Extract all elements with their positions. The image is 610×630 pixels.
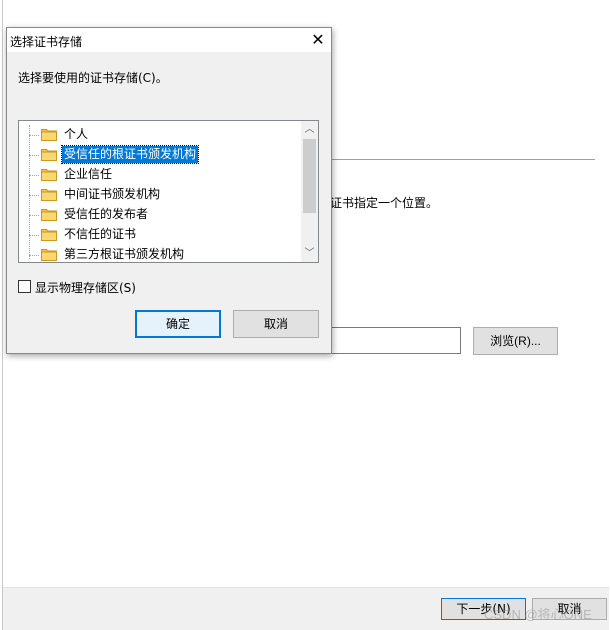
scrollbar-thumb[interactable] xyxy=(303,139,316,213)
tree-item-label: 中间证书颁发机构 xyxy=(64,187,161,201)
wizard-description-text: 证书指定一个位置。 xyxy=(330,196,439,210)
folder-icon xyxy=(41,129,57,141)
dialog-titlebar[interactable]: 选择证书存储 ✕ xyxy=(7,28,331,52)
tree-item[interactable]: 不信任的证书 xyxy=(19,225,301,245)
tree-item-label: 个人 xyxy=(64,127,89,141)
tree-item[interactable]: 受信任的发布者 xyxy=(19,205,301,225)
folder-icon xyxy=(41,189,57,201)
select-certificate-store-dialog: 选择证书存储 ✕ 选择要使用的证书存储(C)。 个人受信任的根证书颁发机构企业信… xyxy=(6,27,332,354)
tree-branch-line xyxy=(29,255,39,256)
folder-icon xyxy=(41,229,57,241)
show-physical-stores-label: 显示物理存储区(S) xyxy=(35,281,136,295)
tree-item[interactable]: 个人 xyxy=(19,125,301,145)
tree-item-label: 企业信任 xyxy=(64,167,113,181)
cancel-button[interactable]: 取消 xyxy=(233,310,319,338)
store-prompt-label: 选择要使用的证书存储(C)。 xyxy=(18,71,168,85)
show-physical-stores-checkbox[interactable] xyxy=(18,280,31,293)
dialog-title: 选择证书存储 xyxy=(10,35,83,49)
tree-branch-line xyxy=(29,195,39,196)
tree-item-label: 不信任的证书 xyxy=(64,227,137,241)
browse-button[interactable]: 浏览(R)... xyxy=(473,327,558,355)
wizard-header-separator xyxy=(330,159,595,160)
screen: 证书指定一个位置。 浏览(R)... 下一步(N) 取消 CSDN @将心ONE… xyxy=(0,0,610,630)
folder-icon xyxy=(41,169,57,181)
close-icon[interactable]: ✕ xyxy=(305,29,331,51)
chevron-up-icon[interactable]: ︿ xyxy=(301,121,318,138)
ok-button[interactable]: 确定 xyxy=(135,310,221,338)
folder-icon xyxy=(41,249,57,261)
tree-item-label: 第三方根证书颁发机构 xyxy=(64,247,185,261)
tree-branch-line xyxy=(29,175,39,176)
chevron-down-icon[interactable]: ﹀ xyxy=(301,245,318,262)
tree-branch-line xyxy=(29,135,39,136)
certificate-store-tree[interactable]: 个人受信任的根证书颁发机构企业信任中间证书颁发机构 受信任的发布者 不信任的证书第三… xyxy=(18,120,319,263)
folder-icon xyxy=(41,209,57,221)
tree-branch-line xyxy=(29,215,39,216)
tree-item[interactable]: 中间证书颁发机构 xyxy=(19,185,301,205)
tree-branch-line xyxy=(29,155,39,156)
tree-item-label: 受信任的发布者 xyxy=(64,207,149,221)
tree-item[interactable]: 企业信任 xyxy=(19,165,301,185)
tree-scrollbar[interactable]: ︿ ﹀ xyxy=(301,121,318,262)
watermark: CSDN @将心ONE xyxy=(484,607,592,622)
tree-item-label: 受信任的根证书颁发机构 xyxy=(60,145,200,164)
tree-item[interactable]: 第三方根证书颁发机构 xyxy=(19,245,301,262)
tree-branch-line xyxy=(29,235,39,236)
tree-item[interactable]: 受信任的根证书颁发机构 xyxy=(19,145,301,165)
folder-icon xyxy=(41,149,57,161)
